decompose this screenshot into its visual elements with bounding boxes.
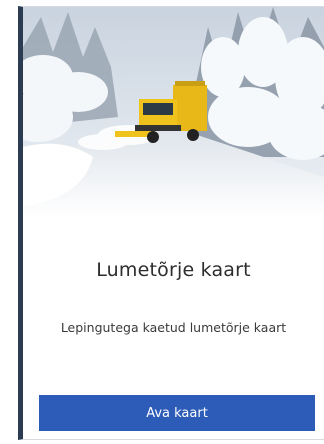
snowplow-photo [23,7,324,217]
page: Lumetõrje kaart Lepingutega kaetud lumet… [0,0,324,444]
card-description: Lepingutega kaetud lumetõrje kaart [60,320,287,335]
card-title: Lumetõrje kaart [96,259,251,281]
map-card: Lumetõrje kaart Lepingutega kaetud lumet… [18,6,324,440]
card-image [23,7,324,217]
open-map-button[interactable]: Ava kaart [39,395,315,431]
